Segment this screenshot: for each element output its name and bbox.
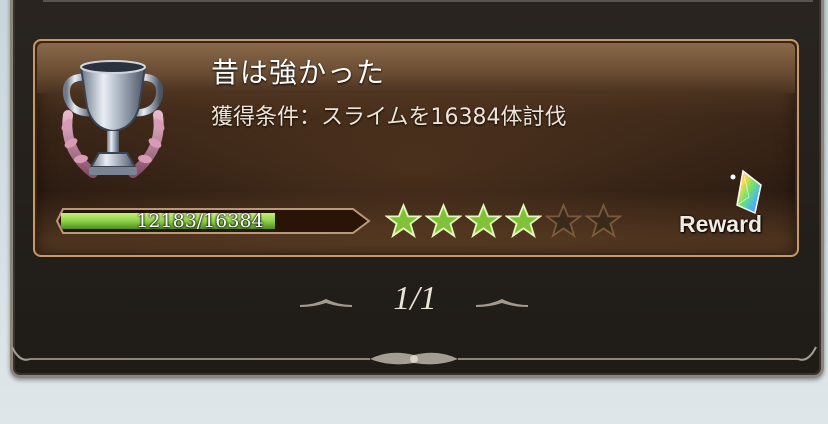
star-icon-empty [585, 203, 622, 239]
progress-bar: 12183/16384 [55, 207, 373, 235]
top-divider [43, 0, 813, 2]
prev-arrow-icon[interactable] [298, 296, 354, 310]
star-icon-filled [425, 203, 462, 239]
achievement-condition: 獲得条件：スライムを16384体討伐 [211, 105, 567, 130]
reward-button[interactable]: Reward [675, 169, 775, 241]
achievement-card: 昔は強かった 獲得条件：スライムを16384体討伐 12183/16384 Re… [33, 39, 799, 257]
achievement-title: 昔は強かった [211, 56, 386, 89]
star-icon-empty [545, 203, 582, 239]
star-icon-filled [505, 203, 542, 239]
next-arrow-icon[interactable] [474, 296, 530, 310]
progress-text: 12183/16384 [136, 210, 264, 232]
pager: 1/1 [290, 280, 540, 320]
star-icon-filled [385, 203, 422, 239]
star-rating [385, 203, 622, 239]
bottom-ornament [11, 346, 817, 365]
page-indicator: 1/1 [393, 280, 437, 317]
trophy-icon [61, 60, 165, 178]
star-icon-filled [465, 203, 502, 239]
reward-label: Reward [679, 211, 763, 237]
